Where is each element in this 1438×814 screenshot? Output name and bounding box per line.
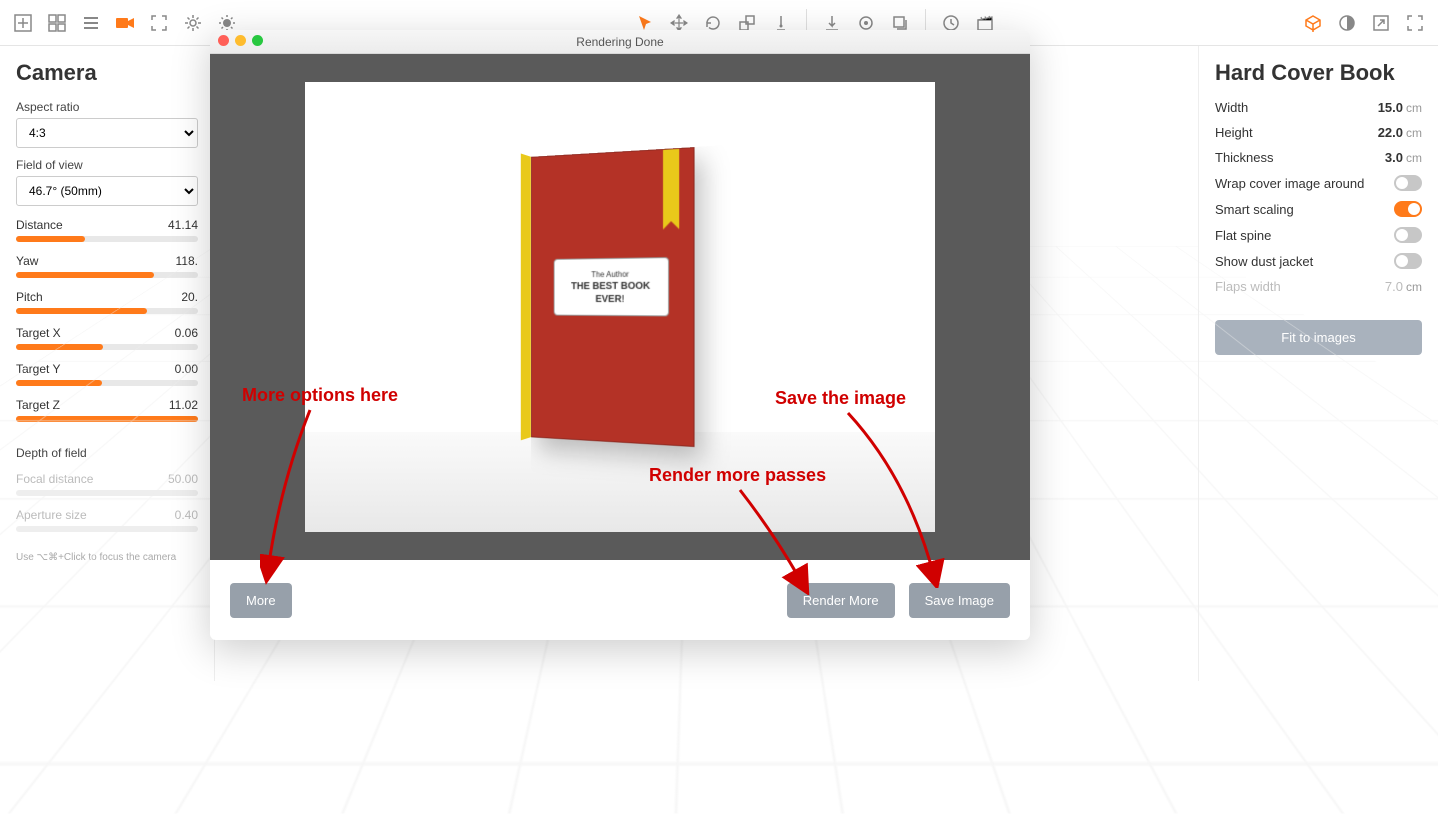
- render-body: The Author THE BEST BOOK EVER!: [210, 54, 1030, 560]
- add-icon[interactable]: [8, 8, 38, 38]
- modal-title: Rendering Done: [210, 30, 1030, 54]
- annotation-more: More options here: [242, 385, 398, 406]
- render-modal: Rendering Done The Author THE BEST BOOK …: [210, 30, 1030, 640]
- render-more-button[interactable]: Render More: [787, 583, 895, 618]
- ribbon-icon: [663, 149, 679, 221]
- grid-icon[interactable]: [42, 8, 72, 38]
- prop-thickness[interactable]: Thickness3.0cm: [1215, 150, 1422, 165]
- object-panel-title: Hard Cover Book: [1215, 60, 1422, 86]
- contrast-icon[interactable]: [1332, 8, 1362, 38]
- close-window-icon[interactable]: [218, 35, 229, 46]
- zoom-window-icon[interactable]: [252, 35, 263, 46]
- fov-select[interactable]: 46.7° (50mm): [16, 176, 198, 206]
- focus-frame-icon[interactable]: [144, 8, 174, 38]
- annotation-save: Save the image: [775, 388, 906, 409]
- camera-panel-title: Camera: [16, 60, 198, 86]
- fov-label: Field of view: [16, 158, 198, 172]
- fullscreen-icon[interactable]: [1400, 8, 1430, 38]
- aspect-ratio-label: Aspect ratio: [16, 100, 198, 114]
- toggle-wrap-cover-image-around[interactable]: Wrap cover image around: [1215, 175, 1422, 191]
- prop-width[interactable]: Width15.0cm: [1215, 100, 1422, 115]
- prop-height[interactable]: Height22.0cm: [1215, 125, 1422, 140]
- rendered-book: The Author THE BEST BOOK EVER!: [531, 147, 695, 447]
- save-image-button[interactable]: Save Image: [909, 583, 1010, 618]
- list-icon[interactable]: [76, 8, 106, 38]
- slider-distance[interactable]: Distance41.14: [16, 218, 198, 242]
- render-output: The Author THE BEST BOOK EVER!: [305, 82, 935, 532]
- camera-icon[interactable]: [110, 8, 140, 38]
- annotation-render: Render more passes: [649, 465, 826, 486]
- gear-icon[interactable]: [178, 8, 208, 38]
- toggle-smart-scaling[interactable]: Smart scaling: [1215, 201, 1422, 217]
- toggle-flat-spine[interactable]: Flat spine: [1215, 227, 1422, 243]
- minimize-window-icon[interactable]: [235, 35, 246, 46]
- modal-footer: More Render More Save Image: [210, 560, 1030, 640]
- aspect-ratio-select[interactable]: 4:3: [16, 118, 198, 148]
- more-button[interactable]: More: [230, 583, 292, 618]
- toggle-show-dust-jacket[interactable]: Show dust jacket: [1215, 253, 1422, 269]
- cube-icon[interactable]: [1298, 8, 1328, 38]
- maximize-icon[interactable]: [1366, 8, 1396, 38]
